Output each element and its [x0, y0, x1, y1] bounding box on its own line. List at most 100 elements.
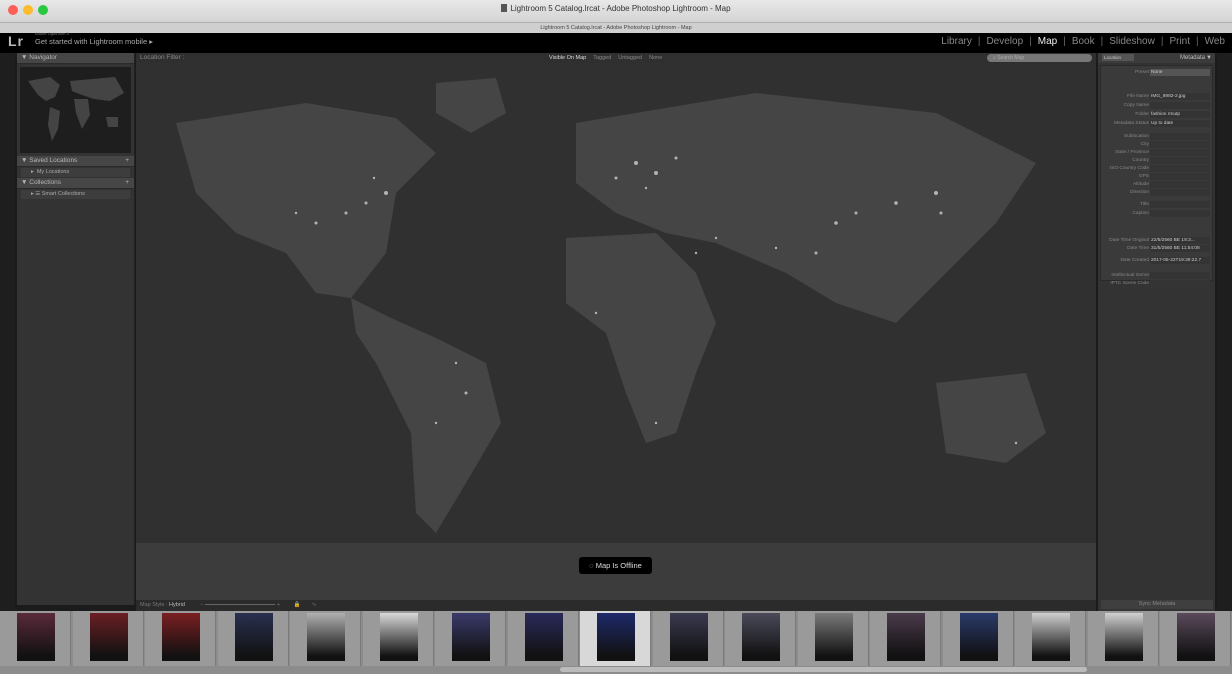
right-panel: Location Metadata ▼ Preset None File Nam… [1098, 53, 1215, 611]
window-title: Lightroom 5 Catalog.lrcat - Adobe Photos… [0, 4, 1232, 13]
app-name: Adobe Lightroom 5 [35, 31, 69, 36]
filmstrip-thumbnail[interactable] [0, 611, 71, 666]
filmstrip-thumbnail[interactable] [652, 611, 724, 666]
thumbnail-image [887, 613, 925, 661]
zoom-slider[interactable] [205, 604, 276, 606]
filmstrip-thumbnail[interactable] [870, 611, 941, 666]
module-separator: | [1029, 36, 1032, 47]
zoom-out-icon[interactable]: − [200, 602, 203, 608]
metadata-label: Copy Name [1123, 103, 1149, 108]
filmstrip-thumbnail[interactable] [145, 611, 216, 666]
zoom-in-icon[interactable]: + [277, 602, 280, 608]
metadata-field[interactable] [1150, 280, 1210, 287]
module-library[interactable]: Library [938, 36, 975, 47]
module-print[interactable]: Print [1166, 36, 1193, 47]
collections-header[interactable]: ▼ Collections + [17, 178, 134, 189]
navigator-preview[interactable] [20, 67, 131, 153]
metadata-value: fashion rmutp [1151, 112, 1181, 117]
filmstrip-thumbnail[interactable] [507, 611, 579, 666]
left-panel-toggle[interactable] [0, 53, 15, 611]
sync-metadata-button[interactable]: Sync Metadata [1101, 600, 1213, 609]
world-map[interactable] [136, 63, 1096, 600]
metadata-label: Intellectual Genre [1111, 273, 1149, 278]
module-separator: | [1196, 36, 1199, 47]
left-panel: ▼ Navigator ▼ Saved Locations + ▸ My Loca… [17, 53, 135, 605]
metadata-label: Caption [1132, 211, 1149, 216]
filter-untagged[interactable]: Untagged [618, 53, 642, 63]
filmstrip-thumbnail[interactable] [1015, 611, 1086, 666]
metadata-field[interactable] [1150, 141, 1210, 148]
filmstrip-thumbnail[interactable] [362, 611, 434, 666]
metadata-value: IMG_8982-2.jpg [1151, 94, 1186, 99]
lock-icon[interactable]: 🔒 [294, 602, 301, 608]
metadata-label: Sublocation [1123, 134, 1149, 139]
filmstrip-thumbnail[interactable] [290, 611, 361, 666]
filmstrip-thumbnail[interactable] [1160, 611, 1231, 666]
right-panel-toggle[interactable] [1217, 53, 1232, 611]
metadata-field[interactable] [1150, 165, 1210, 172]
metadata-field[interactable] [1150, 181, 1210, 188]
navigator-header[interactable]: ▼ Navigator [17, 53, 134, 64]
tracklog-icon[interactable]: ∿ [312, 602, 317, 608]
metadata-label: State / Province [1115, 150, 1149, 155]
filmstrip-thumbnail[interactable] [797, 611, 869, 666]
metadata-field[interactable] [1150, 157, 1210, 164]
metadata-row: Country [1101, 157, 1212, 165]
my-locations-item[interactable]: ▸ My Locations [21, 168, 130, 177]
thumbnail-image [1104, 613, 1143, 661]
add-location-icon[interactable]: + [125, 156, 129, 166]
map-style-dropdown[interactable]: Hybrid [169, 602, 185, 608]
metadata-label: Direction [1130, 190, 1149, 195]
metadata-row: Altitude [1101, 181, 1212, 189]
metadata-label: Date Time [1127, 246, 1149, 251]
location-dropdown[interactable]: Location [1102, 54, 1134, 61]
metadata-label: Date Created [1120, 258, 1149, 263]
metadata-field[interactable] [1150, 133, 1210, 140]
mobile-prompt-link[interactable]: Get started with Lightroom mobile ▸ [35, 37, 153, 46]
filter-visible-on-map[interactable]: Visible On Map [549, 53, 586, 63]
metadata-field[interactable] [1150, 149, 1210, 156]
filmstrip-thumbnail[interactable] [725, 611, 796, 666]
metadata-field[interactable] [1150, 173, 1210, 180]
metadata-label: Metadata Status [1114, 121, 1149, 126]
filmstrip-thumbnail[interactable] [72, 611, 144, 666]
filmstrip-thumbnail[interactable] [1087, 611, 1159, 666]
metadata-panel: Preset None File Name IMG_8982-2.jpg Copy … [1100, 65, 1213, 287]
filmstrip-thumbnail[interactable] [217, 611, 289, 666]
saved-locations-header[interactable]: ▼ Saved Locations + [17, 156, 134, 167]
navigator-world-map [28, 77, 124, 141]
smart-collections-item[interactable]: ▸ ☰ Smart Collections [21, 190, 130, 199]
metadata-title[interactable]: Metadata [1180, 53, 1205, 63]
module-map[interactable]: Map [1035, 36, 1060, 47]
metadata-label: Altitude [1133, 182, 1149, 187]
window-tab: Lightroom 5 Catalog.lrcat - Adobe Photos… [0, 23, 1232, 33]
metadata-field[interactable] [1150, 189, 1210, 196]
module-slideshow[interactable]: Slideshow [1106, 36, 1158, 47]
module-book[interactable]: Book [1069, 36, 1098, 47]
add-collection-icon[interactable]: + [125, 178, 129, 188]
location-filter-options: Visible On Map Tagged Untagged None [549, 53, 662, 63]
filmstrip-thumbnail[interactable] [942, 611, 1014, 666]
filmstrip-thumbnail[interactable] [580, 611, 651, 666]
metadata-row: Date Time 31/5/2560 BE 11:54:08 [1101, 245, 1212, 253]
search-map-input[interactable]: ⌕ Search Map [987, 54, 1092, 62]
module-separator: | [1063, 36, 1066, 47]
collapse-icon[interactable]: ▼ [1206, 53, 1212, 63]
location-filter-label: Location Filter : [140, 54, 185, 61]
metadata-row: Date Created 2017-05-22T19:39:22.7 [1101, 257, 1212, 265]
module-web[interactable]: Web [1202, 36, 1228, 47]
metadata-value: Up to date [1151, 121, 1174, 126]
module-develop[interactable]: Develop [983, 36, 1026, 47]
thumbnail-image [669, 613, 708, 661]
filter-none[interactable]: None [649, 53, 662, 63]
metadata-field[interactable] [1150, 210, 1210, 217]
window-titlebar: Lightroom 5 Catalog.lrcat - Adobe Photos… [0, 0, 1232, 23]
metadata-field[interactable] [1150, 201, 1210, 208]
filmstrip-scrollbar[interactable] [560, 667, 1087, 672]
filmstrip-thumbnail[interactable] [435, 611, 506, 666]
thumbnail-image [597, 613, 635, 661]
filter-tagged[interactable]: Tagged [593, 53, 611, 63]
metadata-field[interactable] [1150, 102, 1210, 109]
metadata-label: ISO Country Code [1109, 166, 1149, 171]
metadata-field[interactable] [1150, 272, 1210, 279]
